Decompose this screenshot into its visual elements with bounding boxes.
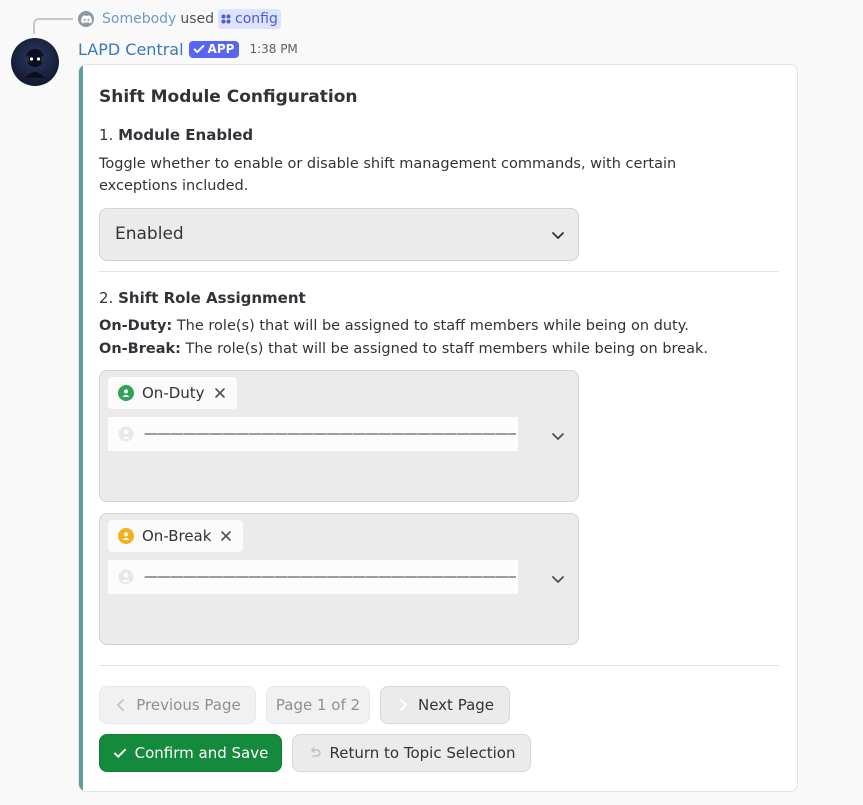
onbreak-text: The role(s) that will be assigned to sta… xyxy=(180,341,708,357)
previous-page-label: Previous Page xyxy=(136,696,241,714)
onduty-search-row[interactable]: —————————————————————————————— xyxy=(108,417,518,451)
config-embed: Shift Module Configuration 1. Module Ena… xyxy=(78,64,798,792)
onbreak-label: On-Break: xyxy=(99,341,181,357)
section-module-enabled-heading: 1. Module Enabled xyxy=(99,126,253,144)
reply-connector xyxy=(33,18,73,34)
confirm-save-label: Confirm and Save xyxy=(134,744,269,762)
onbreak-role-chip: On-Break xyxy=(108,520,244,552)
app-badge: APP xyxy=(188,40,240,58)
used-label: used xyxy=(180,11,214,27)
discord-icon xyxy=(78,11,94,27)
onduty-chip-label: On-Duty xyxy=(142,384,205,402)
section-heading-text: Shift Role Assignment xyxy=(118,289,306,307)
chevron-left-icon xyxy=(117,699,125,711)
invoking-user-link[interactable]: Somebody xyxy=(102,9,176,29)
checkmark-icon xyxy=(113,748,126,758)
next-page-label: Next Page xyxy=(417,696,495,714)
section-number: 2. xyxy=(99,289,114,307)
section-role-assignment-heading: 2. Shift Role Assignment xyxy=(99,289,306,307)
return-arrow-icon xyxy=(310,747,321,757)
message-timestamp[interactable]: 1:38 PM xyxy=(249,42,297,56)
chevron-right-icon xyxy=(400,699,407,711)
remove-onduty-icon[interactable] xyxy=(213,386,227,400)
next-page-button[interactable]: Next Page xyxy=(380,686,510,724)
robot-avatar-icon xyxy=(25,49,45,78)
onduty-role-select[interactable]: On-Duty —————————————————————————————— xyxy=(99,370,579,502)
onduty-role-chip: On-Duty xyxy=(108,377,237,409)
module-enabled-select[interactable]: Enabled xyxy=(99,208,579,261)
section-number: 1. xyxy=(99,126,114,144)
chevron-down-icon xyxy=(552,232,564,239)
page-indicator-label: Page 1 of 2 xyxy=(275,696,361,714)
onbreak-chip-label: On-Break xyxy=(142,527,212,545)
onbreak-search-row[interactable]: —————————————————————————————— xyxy=(108,560,518,594)
user-placeholder-icon xyxy=(118,569,134,585)
slash-command-icon xyxy=(221,14,231,24)
previous-page-button[interactable]: Previous Page xyxy=(99,686,256,724)
app-badge-label: APP xyxy=(207,42,235,56)
author-name[interactable]: LAPD Central xyxy=(78,40,184,59)
confirm-save-button[interactable]: Confirm and Save xyxy=(99,734,282,772)
onduty-search-input[interactable]: —————————————————————————————— xyxy=(144,426,516,442)
section-module-enabled-description: Toggle whether to enable or disable shif… xyxy=(99,156,677,194)
divider xyxy=(99,665,779,666)
divider xyxy=(99,271,779,272)
onduty-text: The role(s) that will be assigned to sta… xyxy=(172,318,689,334)
role-icon xyxy=(118,385,134,401)
verified-check-icon xyxy=(193,44,204,54)
remove-onbreak-icon[interactable] xyxy=(219,529,233,543)
chevron-down-icon xyxy=(552,433,564,440)
onbreak-role-select[interactable]: On-Break —————————————————————————————— xyxy=(99,513,579,645)
embed-title: Shift Module Configuration xyxy=(99,87,358,107)
onbreak-description: On-Break: The role(s) that will be assig… xyxy=(99,338,759,360)
bot-avatar[interactable] xyxy=(11,38,59,86)
section-heading-text: Module Enabled xyxy=(118,126,254,144)
command-name: config xyxy=(235,11,278,27)
role-icon xyxy=(118,528,134,544)
chevron-down-icon xyxy=(552,576,564,583)
interaction-header: Somebody used config xyxy=(78,9,281,29)
onduty-label: On-Duty: xyxy=(99,318,173,334)
select-value: Enabled xyxy=(115,224,184,244)
page-indicator-button: Page 1 of 2 xyxy=(266,686,370,724)
onduty-description: On-Duty: The role(s) that will be assign… xyxy=(99,315,759,337)
user-placeholder-icon xyxy=(118,426,134,442)
return-topic-button[interactable]: Return to Topic Selection xyxy=(292,734,531,772)
onbreak-search-input[interactable]: —————————————————————————————— xyxy=(144,569,516,585)
message-header: LAPD Central APP 1:38 PM xyxy=(78,37,298,61)
command-mention[interactable]: config xyxy=(218,9,281,29)
return-topic-label: Return to Topic Selection xyxy=(329,744,516,762)
